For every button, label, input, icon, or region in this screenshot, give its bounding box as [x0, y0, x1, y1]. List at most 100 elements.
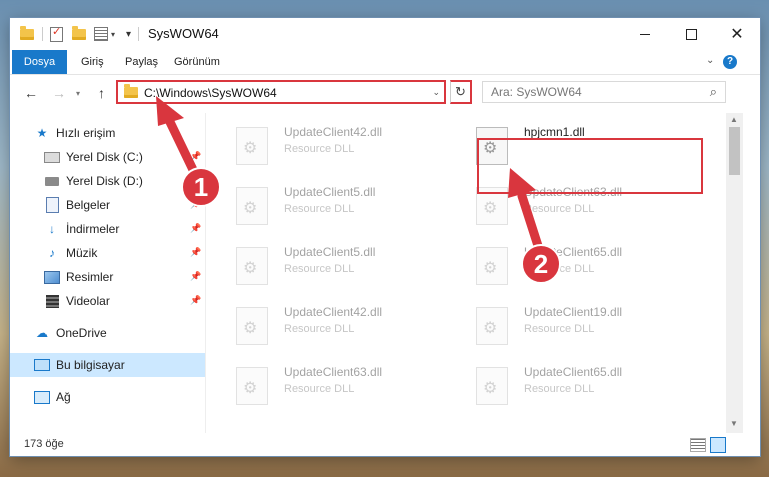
new-folder-icon [72, 25, 86, 40]
sidebar-item-pictures[interactable]: Resimler 📌 [10, 265, 205, 289]
file-item[interactable]: UpdateClient42.dll Resource DLL [206, 303, 436, 347]
dll-file-icon [476, 367, 508, 405]
view-icon [94, 27, 108, 41]
title-bar: ▾ ▾ SysWOW64 ✕ [10, 18, 760, 50]
file-item[interactable]: UpdateClient5.dll Resource DLL [206, 183, 436, 227]
tab-view[interactable]: Görünüm [163, 50, 231, 74]
pin-icon: 📌 [190, 295, 202, 305]
file-item[interactable]: UpdateClient65.dll Resource DLL [446, 363, 676, 407]
search-icon: ⌕ [709, 84, 717, 99]
sidebar-item-label: Müzik [66, 246, 98, 260]
sidebar-item-label: İndirmeler [66, 222, 120, 236]
tab-file[interactable]: Dosya [12, 50, 67, 74]
sidebar-item-downloads[interactable]: ↓ İndirmeler 📌 [10, 217, 205, 241]
title-divider [138, 27, 139, 41]
sidebar-item-quick-access[interactable]: ★ Hızlı erişim [10, 121, 205, 145]
dll-file-icon [236, 247, 268, 285]
file-type: Resource DLL [284, 143, 355, 155]
file-name: hpjcmn1.dll [524, 125, 585, 139]
dll-file-icon [476, 307, 508, 345]
sidebar-item-documents[interactable]: Belgeler 📌 [10, 193, 205, 217]
status-bar: 173 öğe [10, 433, 760, 456]
star-icon: ★ [36, 126, 48, 140]
pin-icon: 📌 [190, 247, 202, 257]
pin-icon: 📌 [190, 271, 202, 281]
file-name: UpdateClient65.dll [524, 365, 623, 379]
dll-file-icon [236, 307, 268, 345]
file-type: Resource DLL [524, 323, 595, 335]
chevron-down-icon[interactable]: ⌄ [706, 55, 714, 66]
documents-icon [44, 197, 60, 213]
computer-icon [34, 357, 50, 373]
music-icon: ♪ [49, 246, 55, 260]
address-bar[interactable]: C:\Windows\SysWOW64 ⌄ [116, 80, 446, 104]
ribbon: Dosya Giriş Paylaş Görünüm ⌄ ? [10, 50, 760, 75]
navigation-bar: ← → ▾ ↑ C:\Windows\SysWOW64 ⌄ ↻ Ara: Sys… [10, 75, 760, 111]
sidebar-item-label: Yerel Disk (C:) [66, 150, 143, 164]
file-name: UpdateClient42.dll [284, 305, 383, 319]
step-1-badge: 1 [181, 167, 221, 207]
step-2-badge: 2 [521, 244, 561, 284]
file-item[interactable]: UpdateClient42.dll Resource DLL [206, 123, 436, 167]
minimize-icon [640, 33, 650, 35]
view-menu-button[interactable]: ▾ [94, 26, 124, 42]
sidebar-item-label: Bu bilgisayar [56, 358, 125, 372]
tab-share[interactable]: Paylaş [114, 50, 169, 74]
file-item[interactable]: UpdateClient5.dll Resource DLL [206, 243, 436, 287]
videos-icon [44, 293, 60, 309]
sidebar-item-onedrive[interactable]: ☁ OneDrive [10, 321, 205, 345]
downloads-icon: ↓ [49, 222, 55, 236]
pictures-icon [44, 269, 60, 285]
sidebar-item-music[interactable]: ♪ Müzik 📌 [10, 241, 205, 265]
file-item[interactable]: UpdateClient63.dll Resource DLL [206, 363, 436, 407]
search-input[interactable]: Ara: SysWOW64 ⌕ [482, 81, 726, 103]
sidebar-item-local-disk-c[interactable]: Yerel Disk (C:) 📌 [10, 145, 205, 169]
file-type: Resource DLL [284, 323, 355, 335]
back-button[interactable]: ← [24, 85, 38, 101]
new-folder-button[interactable] [72, 25, 88, 42]
customize-toolbar-button[interactable]: ▾ [126, 26, 131, 42]
file-type: Resource DLL [284, 383, 355, 395]
up-button[interactable]: ↑ [98, 85, 105, 101]
maximize-icon [685, 28, 697, 40]
large-icons-view-icon[interactable] [710, 437, 726, 453]
dll-file-icon [476, 247, 508, 285]
file-name: UpdateClient63.dll [284, 365, 383, 379]
sidebar-item-label: OneDrive [56, 326, 107, 340]
toolbar-divider [42, 27, 43, 41]
folder-icon [124, 84, 138, 98]
scroll-down-icon[interactable]: ▼ [730, 419, 738, 428]
target-file-highlight [477, 138, 703, 194]
sidebar-item-network[interactable]: Ağ [10, 385, 205, 409]
scroll-up-icon[interactable]: ▲ [730, 115, 738, 124]
tab-home[interactable]: Giriş [70, 50, 115, 74]
sidebar-item-label: Hızlı erişim [56, 126, 116, 140]
properties-button[interactable] [50, 25, 66, 42]
file-item[interactable]: UpdateClient19.dll Resource DLL [446, 303, 676, 347]
dll-file-icon [236, 367, 268, 405]
help-icon[interactable]: ? [723, 55, 737, 69]
forward-button[interactable]: → [52, 85, 66, 101]
maximize-button[interactable] [668, 18, 714, 50]
file-type: Resource DLL [284, 263, 355, 275]
vertical-scrollbar[interactable]: ▲ ▼ [726, 113, 743, 433]
chevron-down-icon[interactable]: ⌄ [432, 87, 440, 98]
sidebar-item-this-pc[interactable]: Bu bilgisayar [10, 353, 205, 377]
refresh-button[interactable]: ↻ [450, 80, 472, 104]
sidebar-item-videos[interactable]: Videolar 📌 [10, 289, 205, 313]
properties-icon [50, 25, 63, 42]
sidebar-item-local-disk-d[interactable]: Yerel Disk (D:) [10, 169, 205, 193]
item-count: 173 öğe [24, 438, 64, 450]
chevron-down-icon: ▾ [111, 29, 116, 39]
recent-locations-button[interactable]: ▾ [76, 89, 80, 98]
close-button[interactable]: ✕ [714, 18, 760, 50]
dll-file-icon [236, 187, 268, 225]
file-list: UpdateClient42.dll Resource DLL hpjcmn1.… [206, 113, 726, 433]
details-view-icon[interactable] [690, 438, 706, 452]
scroll-thumb[interactable] [729, 127, 740, 175]
sidebar-item-label: Ağ [56, 390, 71, 404]
pin-icon: 📌 [190, 151, 202, 161]
file-item[interactable]: UpdateClient65.dll Resource DLL [446, 243, 676, 287]
minimize-button[interactable] [622, 18, 668, 50]
file-name: UpdateClient5.dll [284, 185, 376, 199]
